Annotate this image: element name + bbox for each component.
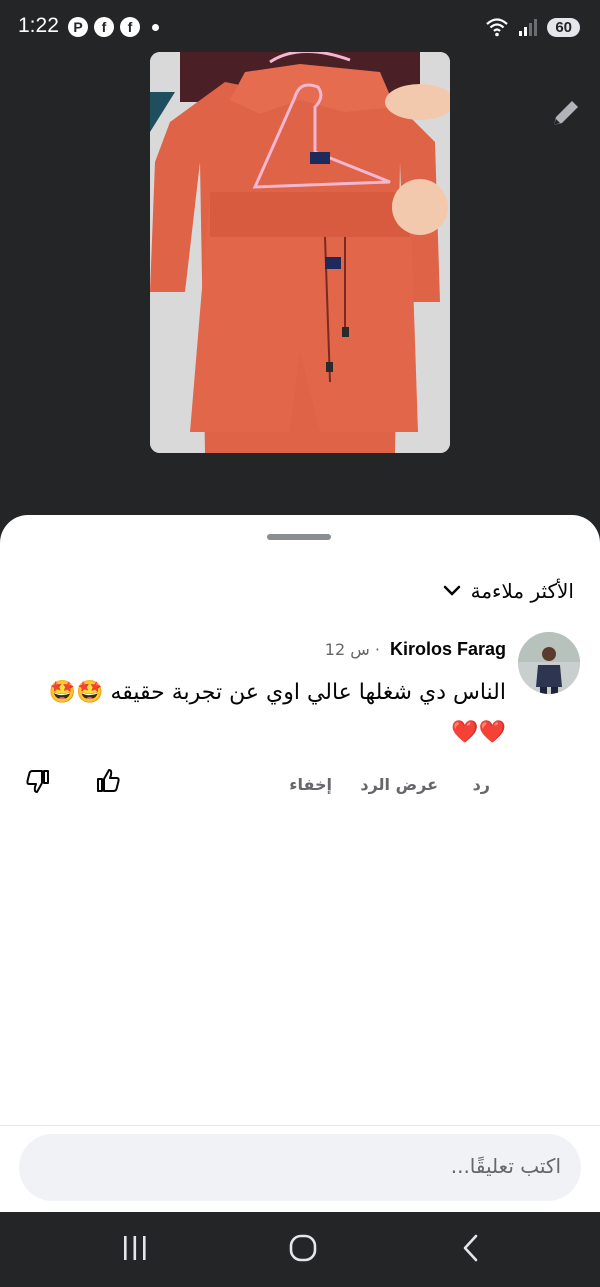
navigation-bar [0, 1212, 600, 1287]
comments-sheet: الأكثر ملاءمة 12 س · Kirolos Farag الناس… [0, 515, 600, 1212]
pinterest-icon: P [68, 17, 88, 37]
sort-selector[interactable]: الأكثر ملاءمة [443, 579, 574, 603]
composer-divider [0, 1125, 600, 1126]
product-image[interactable] [150, 52, 450, 453]
comment-text: الناس دي شغلها عالي اوي عن تجربة حقيقه 🤩… [48, 680, 506, 745]
orange-tracksuit-photo [150, 52, 450, 453]
profile-photo-icon [518, 632, 580, 694]
reply-button[interactable]: رد [473, 775, 490, 794]
hide-button[interactable]: إخفاء [289, 775, 332, 794]
home-icon[interactable] [287, 1232, 319, 1264]
comment-time: 12 س · [325, 640, 380, 659]
notification-dot-icon [152, 23, 159, 31]
comment-author[interactable]: Kirolos Farag [390, 639, 506, 660]
status-notification-icons: P f f [68, 17, 159, 37]
recent-apps-icon[interactable] [122, 1232, 148, 1264]
sheet-drag-handle[interactable] [267, 534, 331, 540]
wifi-icon [486, 18, 509, 37]
status-time: 1:22 [18, 14, 59, 37]
view-replies-button[interactable]: عرض الرد [360, 775, 438, 794]
comment-header: 12 س · Kirolos Farag [325, 639, 506, 660]
signal-icon [519, 19, 538, 36]
comment-input-placeholder: اكتب تعليقًا... [450, 1154, 561, 1178]
chevron-down-icon [443, 585, 460, 596]
dislike-icon[interactable] [24, 767, 52, 795]
comment-actions: رد عرض الرد إخفاء [0, 767, 600, 807]
comment-time-value: 12 س [324, 640, 370, 659]
avatar[interactable] [518, 632, 580, 694]
facebook-icon: f [94, 17, 114, 37]
battery-indicator: 60 [547, 17, 580, 37]
sort-label: الأكثر ملاءمة [470, 579, 574, 603]
edit-pencil-icon[interactable] [548, 97, 582, 131]
status-system-icons: 60 [485, 16, 580, 38]
comment-input[interactable]: اكتب تعليقًا... [19, 1134, 581, 1201]
time-separator: · [374, 640, 380, 659]
like-icon[interactable] [94, 767, 122, 795]
status-bar: 1:22 P f f 60 [0, 0, 600, 56]
back-icon[interactable] [458, 1232, 484, 1264]
facebook-icon: f [120, 17, 140, 37]
